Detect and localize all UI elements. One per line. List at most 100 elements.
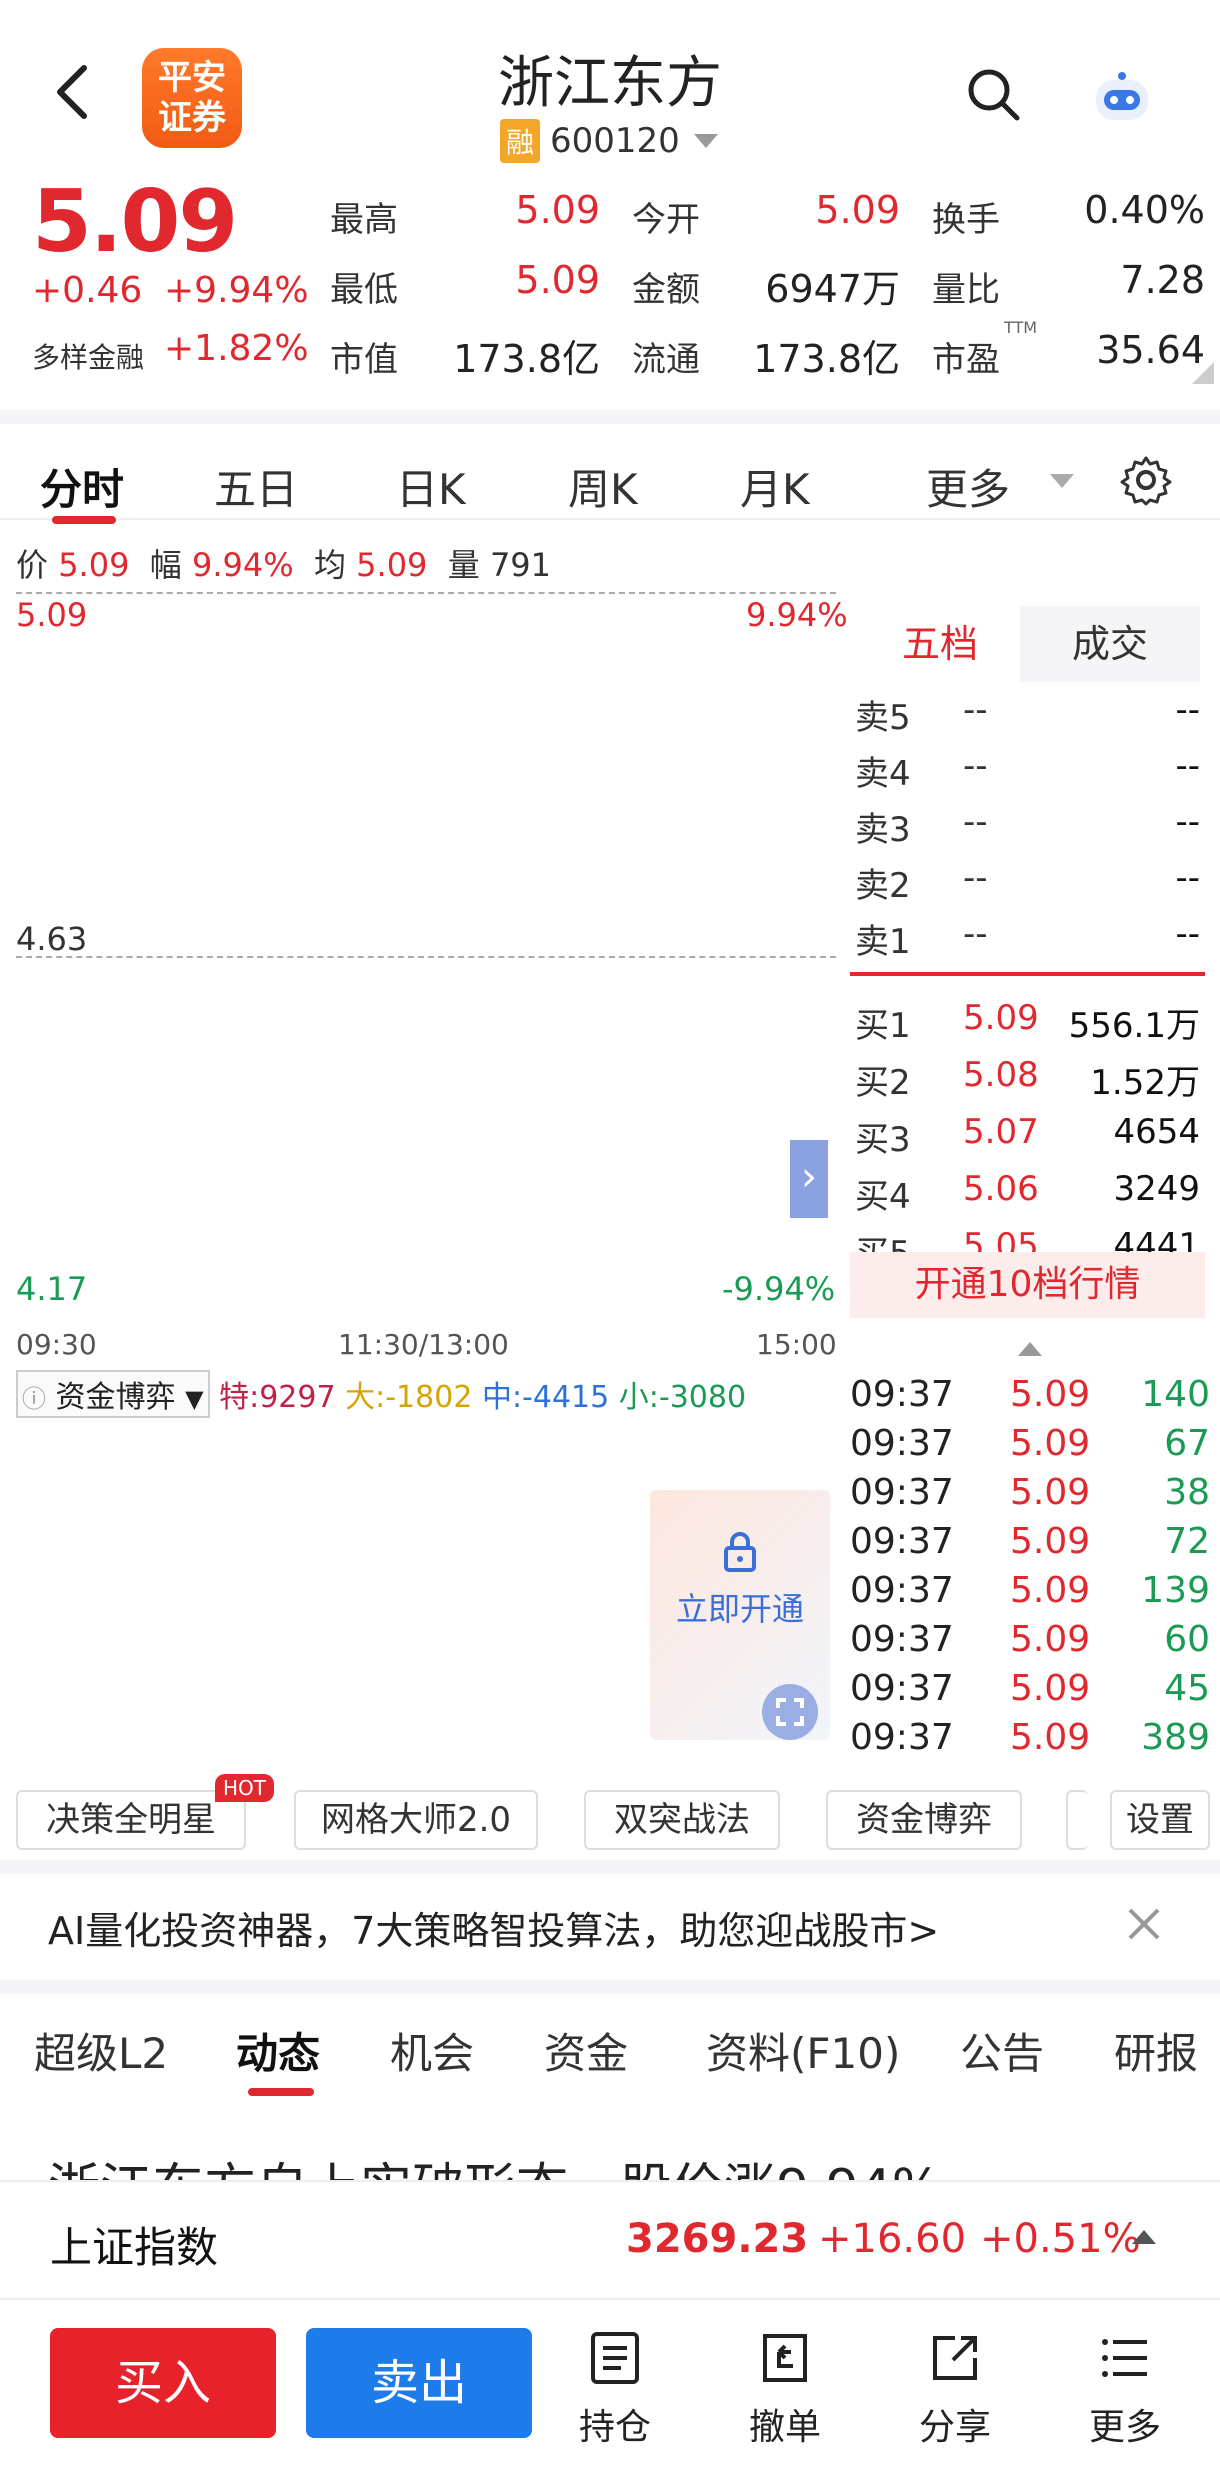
cancel-order-button[interactable]: 撤单 bbox=[730, 2330, 840, 2450]
tab-capital[interactable]: 资金 bbox=[544, 2020, 628, 2081]
tick-price: 5.09 bbox=[1010, 1472, 1091, 1513]
trade-tick-row: 09:37 5.09 38 bbox=[850, 1468, 1210, 1516]
more-tools-partial[interactable] bbox=[1066, 1790, 1088, 1850]
stat-value-high: 5.09 bbox=[515, 188, 600, 232]
orderbook-row[interactable]: 卖3 -- -- bbox=[855, 794, 1200, 850]
settings-gear-icon[interactable] bbox=[1120, 454, 1172, 506]
search-icon[interactable] bbox=[965, 66, 1021, 122]
tab-five-levels[interactable]: 五档 bbox=[850, 606, 1030, 682]
tab-intraday[interactable]: 分时 bbox=[40, 456, 124, 517]
trade-tick-row: 09:37 5.09 45 bbox=[850, 1664, 1210, 1712]
index-ticker-bar[interactable]: 上证指数 3269.23 +16.60 +0.51% bbox=[0, 2180, 1220, 2300]
axis-top-pct: 9.94% bbox=[746, 596, 848, 634]
tab-super-l2[interactable]: 超级L2 bbox=[34, 2020, 168, 2081]
orderbook-row[interactable]: 卖5 -- -- bbox=[855, 682, 1200, 738]
orderbook-row[interactable]: 买3 5.07 4654 bbox=[855, 1104, 1200, 1160]
expand-up-icon[interactable] bbox=[1132, 2230, 1156, 2244]
tick-time: 09:37 bbox=[850, 1668, 954, 1709]
expand-panel-chevron-icon[interactable]: › bbox=[790, 1140, 828, 1218]
tab-trades[interactable]: 成交 bbox=[1020, 606, 1200, 682]
tab-opportunity[interactable]: 机会 bbox=[390, 2020, 474, 2081]
stat-value-pe: 35.64 bbox=[1096, 328, 1205, 372]
orderbook-row[interactable]: 卖1 -- -- bbox=[855, 906, 1200, 962]
tab-five-day[interactable]: 五日 bbox=[214, 456, 298, 517]
orderbook-price: -- bbox=[963, 914, 988, 954]
share-button[interactable]: 分享 bbox=[900, 2330, 1010, 2450]
orderbook-price: 5.06 bbox=[963, 1169, 1039, 1209]
trade-tick-row: 09:37 5.09 140 bbox=[850, 1370, 1210, 1418]
prev-close-line bbox=[16, 956, 836, 958]
fund-large: 大:-1802 bbox=[345, 1380, 473, 1415]
unlock-now-label[interactable]: 立即开通 bbox=[676, 1584, 804, 1630]
tick-volume: 140 bbox=[1141, 1374, 1210, 1415]
orderbook-price: 5.07 bbox=[963, 1112, 1039, 1152]
stat-value-volume-ratio: 7.28 bbox=[1120, 258, 1205, 302]
stat-label-float: 流通 bbox=[632, 340, 700, 380]
news-headline-clip: 浙江东方自上实破形态，股价涨9.94% bbox=[48, 2150, 1188, 2180]
upper-limit-line bbox=[16, 592, 836, 594]
tick-volume: 67 bbox=[1164, 1423, 1210, 1464]
scroll-up-icon[interactable] bbox=[1018, 1342, 1042, 1356]
tab-news-feed[interactable]: 动态 bbox=[236, 2020, 320, 2081]
pct-value: 9.94% bbox=[191, 546, 294, 584]
stock-code: 600120 bbox=[550, 121, 680, 161]
double-breakout-button[interactable]: 双突战法 bbox=[584, 1790, 780, 1850]
orderbook-row[interactable]: 买4 5.06 3249 bbox=[855, 1161, 1200, 1217]
open-10-levels-button[interactable]: 开通10档行情 bbox=[850, 1252, 1205, 1318]
trade-tick-row: 09:37 5.09 389 bbox=[850, 1713, 1210, 1761]
tab-f10[interactable]: 资料(F10) bbox=[706, 2020, 900, 2081]
stat-value-market-cap: 173.8亿 bbox=[453, 337, 600, 381]
positions-button[interactable]: 持仓 bbox=[560, 2330, 670, 2450]
volume-value: 791 bbox=[489, 546, 552, 584]
avg-value: 5.09 bbox=[356, 546, 428, 584]
ai-assistant-robot-icon[interactable] bbox=[1090, 70, 1154, 126]
sell-button[interactable]: 卖出 bbox=[306, 2328, 532, 2438]
tab-announcements[interactable]: 公告 bbox=[960, 2020, 1044, 2081]
bid-ask-divider bbox=[850, 972, 1205, 976]
tab-monthly-k[interactable]: 月K bbox=[740, 456, 810, 517]
buy-button[interactable]: 买入 bbox=[50, 2328, 276, 2438]
axis-bottom-price: 4.17 bbox=[16, 1270, 88, 1308]
tick-time: 09:37 bbox=[850, 1717, 954, 1758]
more-label: 更多 bbox=[1088, 2407, 1161, 2448]
orderbook-level: 卖1 bbox=[855, 922, 911, 962]
orderbook-row[interactable]: 买1 5.09 556.1万 bbox=[855, 990, 1200, 1046]
avg-label: 均 bbox=[313, 546, 346, 584]
decision-allstar-button[interactable]: 决策全明星 bbox=[16, 1790, 246, 1850]
tab-research[interactable]: 研报 bbox=[1114, 2020, 1198, 2081]
axis-mid-price: 4.63 bbox=[16, 920, 88, 958]
more-button[interactable]: 更多 bbox=[1070, 2330, 1180, 2450]
orderbook-row[interactable]: 卖4 -- -- bbox=[855, 738, 1200, 794]
tab-daily-k[interactable]: 日K bbox=[396, 456, 466, 517]
fund-special: 特:9297 bbox=[219, 1380, 336, 1415]
promo-text[interactable]: AI量化投资神器，7大策略智投算法，助您迎战股市> bbox=[48, 1900, 939, 1955]
news-headline[interactable]: 浙江东方自上实破形态，股价涨9.94% bbox=[48, 2150, 1188, 2180]
fund-flow-selector[interactable]: ⓘ 资金博弈 ▼ bbox=[16, 1370, 210, 1418]
promo-banner[interactable]: AI量化投资神器，7大策略智投算法，助您迎战股市> bbox=[0, 1870, 1220, 1980]
tab-more[interactable]: 更多 bbox=[926, 456, 1010, 517]
orderbook-row[interactable]: 卖2 -- -- bbox=[855, 850, 1200, 906]
expand-corner-icon[interactable] bbox=[1192, 362, 1214, 384]
volume-label: 量 bbox=[447, 546, 480, 584]
stat-label-volume-ratio: 量比 bbox=[932, 270, 1000, 310]
orderbook-row[interactable]: 买2 5.08 1.52万 bbox=[855, 1047, 1200, 1103]
stat-value-low: 5.09 bbox=[515, 258, 600, 302]
news-tab-indicator bbox=[248, 2088, 314, 2096]
close-icon[interactable] bbox=[1124, 1904, 1164, 1944]
sector-label[interactable]: 多样金融 bbox=[32, 336, 144, 376]
grid-master-button[interactable]: 网格大师2.0 bbox=[294, 1790, 538, 1850]
hot-badge: HOT bbox=[215, 1774, 274, 1802]
fullscreen-icon[interactable] bbox=[760, 1682, 820, 1742]
tab-weekly-k[interactable]: 周K bbox=[568, 456, 638, 517]
intraday-chart[interactable]: 5.09 9.94% 4.63 4.17 -9.94% bbox=[16, 590, 848, 1310]
tick-time: 09:37 bbox=[850, 1521, 954, 1562]
trade-tick-row: 09:37 5.09 60 bbox=[850, 1615, 1210, 1663]
tick-volume: 45 bbox=[1164, 1668, 1210, 1709]
stock-code-row[interactable]: 融 600120 bbox=[500, 118, 718, 164]
index-change: +16.60 bbox=[818, 2216, 967, 2262]
settings-button[interactable]: 设置 bbox=[1110, 1790, 1210, 1850]
section-divider-2 bbox=[0, 1980, 1220, 1994]
fund-game-button[interactable]: 资金博弈 bbox=[826, 1790, 1022, 1850]
trade-tick-row: 09:37 5.09 72 bbox=[850, 1517, 1210, 1565]
app-header: 平安 证券 浙江东方 融 600120 bbox=[0, 0, 1220, 180]
